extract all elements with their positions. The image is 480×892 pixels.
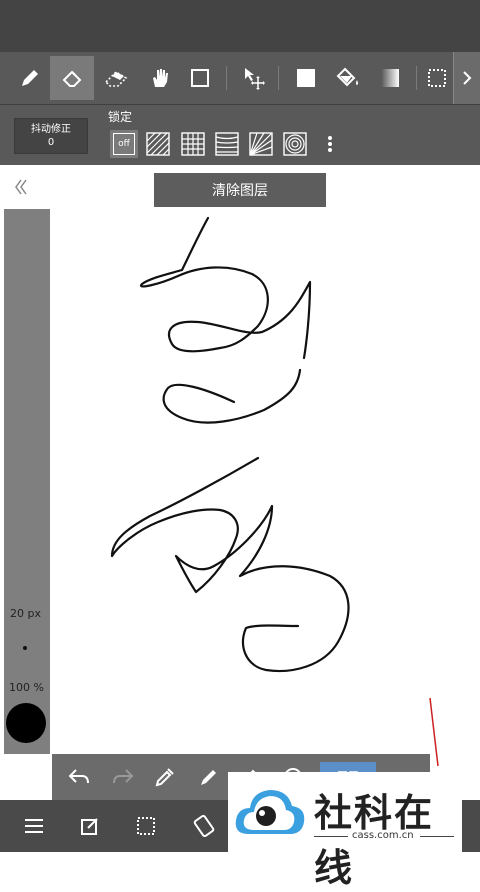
eyedropper-icon xyxy=(155,768,174,787)
grid-ruler-button[interactable] xyxy=(179,130,207,158)
gradient-icon xyxy=(381,69,399,87)
more-vertical-icon xyxy=(328,136,332,152)
grid-icon xyxy=(181,132,205,156)
brush-size-preview xyxy=(23,646,27,650)
redo-icon xyxy=(113,769,134,784)
toolbar-divider xyxy=(416,66,417,90)
brush-settings-panel[interactable] xyxy=(4,209,50,754)
toolbar-divider xyxy=(278,66,279,90)
square-outline-icon xyxy=(191,69,209,87)
undo-icon xyxy=(68,769,89,784)
hand-tool[interactable] xyxy=(138,56,182,100)
lock-label: 锁定 xyxy=(108,110,133,124)
opacity-label: 100 % xyxy=(9,681,44,694)
radial-ruler-button[interactable] xyxy=(247,130,275,158)
brush-size-label: 20 px xyxy=(10,607,41,620)
edit-button[interactable] xyxy=(74,810,106,842)
filled-square-icon xyxy=(297,69,315,87)
clear-layer-button[interactable]: 清除图层 xyxy=(154,173,326,207)
cloud-logo-icon xyxy=(235,790,305,834)
concentric-ruler-button[interactable] xyxy=(281,130,309,158)
ruler-off-label: off xyxy=(113,133,135,155)
move-arrow-icon xyxy=(245,68,265,90)
toolbar-scroll-right-button[interactable] xyxy=(453,52,480,104)
watermark-logo: 社科在线 cass.com.cn xyxy=(228,772,462,890)
stabilizer-control[interactable]: 抖动修正 0 xyxy=(14,118,88,154)
move-tool[interactable] xyxy=(232,56,276,100)
brush-button[interactable] xyxy=(194,762,224,792)
rotate-canvas-button[interactable] xyxy=(188,810,220,842)
double-chevron-left-icon xyxy=(15,179,27,195)
select-tool[interactable] xyxy=(420,56,454,100)
diagonal-lines-icon xyxy=(146,132,170,156)
selection-button[interactable] xyxy=(130,810,162,842)
toolbar-divider xyxy=(226,66,227,90)
brush-color-swatch[interactable] xyxy=(6,703,46,743)
undo-button[interactable] xyxy=(64,762,94,792)
ruler-more-button[interactable] xyxy=(316,130,344,158)
edit-icon xyxy=(81,818,98,835)
watermark-subtext: cass.com.cn xyxy=(352,830,414,841)
dotted-selection-icon xyxy=(137,817,155,835)
perspective-ruler-button[interactable] xyxy=(213,130,241,158)
watermark-rule xyxy=(314,836,348,837)
dotted-eraser-icon xyxy=(104,70,128,87)
gradient-tool[interactable] xyxy=(368,56,412,100)
stabilizer-value: 0 xyxy=(47,137,55,148)
collapse-panel-button[interactable] xyxy=(14,178,28,196)
radial-lines-icon xyxy=(249,132,273,156)
bucket-tool[interactable] xyxy=(326,56,370,100)
dotted-selection-icon xyxy=(428,69,446,87)
rotate-icon xyxy=(193,814,215,838)
bucket-icon xyxy=(336,67,358,87)
perspective-lines-icon xyxy=(215,132,239,156)
stabilizer-label: 抖动修正 xyxy=(31,124,71,135)
ruler-off-button[interactable]: off xyxy=(110,130,138,158)
concentric-circles-icon xyxy=(283,132,307,156)
pen-icon xyxy=(22,70,38,86)
watermark-rule xyxy=(420,836,454,837)
eyedropper-button[interactable] xyxy=(150,762,180,792)
drawn-strokes xyxy=(110,216,439,767)
redo-button[interactable] xyxy=(108,762,138,792)
chevron-right-icon xyxy=(463,71,472,85)
eraser-icon xyxy=(62,70,82,87)
eraser-tool[interactable] xyxy=(50,56,94,100)
pen-icon xyxy=(201,770,216,785)
blur-eraser-tool[interactable] xyxy=(94,56,138,100)
menu-button[interactable] xyxy=(18,810,50,842)
fill-tool[interactable] xyxy=(284,56,328,100)
shape-tool[interactable] xyxy=(178,56,222,100)
top-toolbar xyxy=(0,52,480,105)
hand-icon xyxy=(153,69,168,87)
hamburger-icon xyxy=(25,819,43,833)
status-bar xyxy=(0,0,480,52)
pen-tool[interactable] xyxy=(8,56,52,100)
parallel-ruler-button[interactable] xyxy=(144,130,172,158)
